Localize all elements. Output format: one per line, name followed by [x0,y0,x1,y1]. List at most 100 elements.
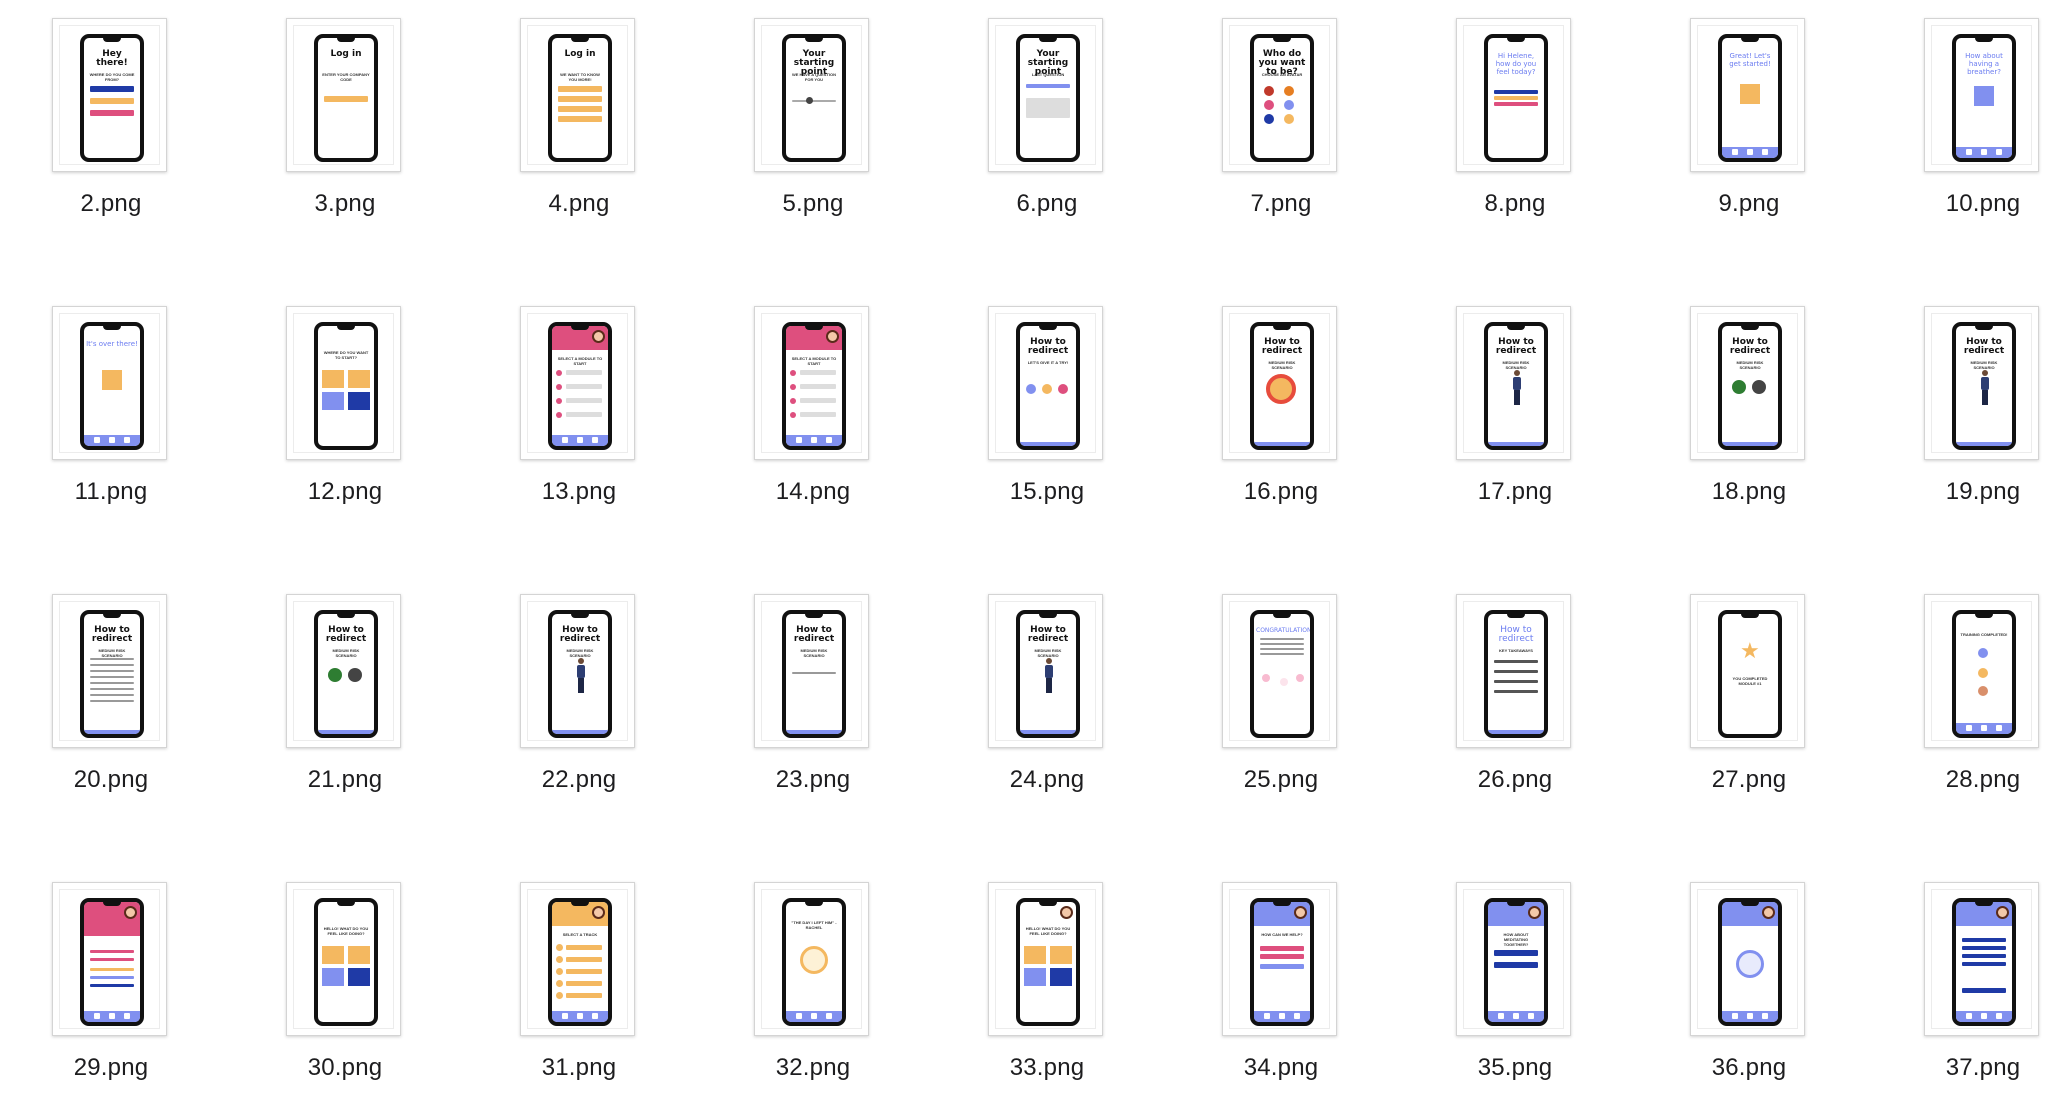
file-thumbnail[interactable]: SELECT A MODULE TO START [754,306,869,460]
option-dot[interactable] [348,668,362,682]
option-bar[interactable] [90,950,134,953]
track-row[interactable] [566,981,602,986]
option-tile[interactable] [322,946,344,964]
file-item[interactable]: How to redirect MEDIUM RISK SCENARIO 24.pn… [952,576,1142,836]
file-thumbnail[interactable]: How to redirect MEDIUM RISK SCENARIO [1690,306,1805,460]
module-row[interactable] [566,384,602,389]
file-name[interactable]: 3.png [250,190,440,218]
file-item[interactable]: How to redirect MEDIUM RISK SCENARIO 23.pn… [718,576,908,836]
takeaway-item[interactable] [1494,680,1538,683]
option-dot[interactable] [1042,384,1052,394]
file-name[interactable]: 21.png [250,766,440,794]
file-name[interactable]: 36.png [1654,1054,1844,1082]
file-name[interactable]: 18.png [1654,478,1844,506]
file-item[interactable]: 37.png [1888,864,2058,1116]
star-icon[interactable] [1747,149,1753,155]
star-icon[interactable] [1747,1013,1753,1019]
scenario-ring[interactable] [1266,374,1296,404]
track-row[interactable] [566,969,602,974]
option-dot[interactable] [556,370,562,376]
home-icon[interactable] [796,1013,802,1019]
file-thumbnail[interactable]: CONGRATULATIONS [1222,594,1337,748]
help-icon[interactable] [1996,725,2002,731]
file-thumbnail[interactable]: How to redirect MEDIUM RISK SCENARIO [1924,306,2039,460]
file-name[interactable]: 33.png [952,1054,1142,1082]
option-dot[interactable] [1296,674,1304,682]
option-bar[interactable] [1494,962,1538,968]
file-item[interactable]: Log in ENTER YOUR COMPANY CODE 3.png [250,0,440,260]
file-item[interactable]: 29.png [16,864,206,1116]
home-icon[interactable] [1732,1013,1738,1019]
option-bar[interactable] [90,98,134,104]
file-thumbnail[interactable] [52,882,167,1036]
file-item[interactable]: Who do you want to be? CHOOSE AN AVATAR 7.… [1186,0,1376,260]
option-bar[interactable] [90,958,134,961]
option-dot[interactable] [556,944,563,951]
option-dot[interactable] [790,370,796,376]
file-name[interactable]: 27.png [1654,766,1844,794]
takeaway-item[interactable] [1494,670,1538,673]
option-bar[interactable] [1494,950,1538,956]
option-dot[interactable] [1978,686,1988,696]
option-bar[interactable] [1260,954,1304,959]
option-dot[interactable] [1058,384,1068,394]
option-dot[interactable] [1978,668,1988,678]
file-item[interactable]: "THE DAY I LEFT HIM" - RACHEL 32.png [718,864,908,1116]
file-item[interactable]: How to redirect LET'S GIVE IT A TRY! 15.pn… [952,288,1142,548]
file-thumbnail[interactable]: Hey there! WHERE DO YOU COME FROM? [52,18,167,172]
file-name[interactable]: 13.png [484,478,674,506]
home-icon[interactable] [562,1013,568,1019]
home-icon[interactable] [1498,1013,1504,1019]
option-tile[interactable] [348,392,370,410]
star-icon[interactable] [577,1013,583,1019]
file-thumbnail[interactable]: Log in WE WANT TO KNOW YOU MORE! [520,18,635,172]
takeaway-item[interactable] [1494,690,1538,693]
star-icon[interactable] [811,437,817,443]
file-name[interactable]: 31.png [484,1054,674,1082]
module-row[interactable] [800,370,836,375]
file-item[interactable]: HOW ABOUT MEDITATING TOGETHER? 35.png [1420,864,1610,1116]
home-icon[interactable] [1966,149,1972,155]
option-dot[interactable] [1284,100,1294,110]
star-icon[interactable] [1981,1013,1987,1019]
option-tile[interactable] [1024,946,1046,964]
file-item[interactable]: How to redirect MEDIUM RISK SCENARIO 16.pn… [1186,288,1376,548]
option-dot[interactable] [556,384,562,390]
option-dot[interactable] [1262,674,1270,682]
file-name[interactable]: 22.png [484,766,674,794]
file-name[interactable]: 34.png [1186,1054,1376,1082]
file-name[interactable]: 28.png [1888,766,2058,794]
file-thumbnail[interactable]: Great! Let's get started! [1690,18,1805,172]
file-name[interactable]: 16.png [1186,478,1376,506]
help-icon[interactable] [826,1013,832,1019]
file-name[interactable]: 37.png [1888,1054,2058,1082]
file-name[interactable]: 19.png [1888,478,2058,506]
start-button[interactable] [1740,84,1760,104]
home-icon[interactable] [1264,1013,1270,1019]
option-bar[interactable] [558,86,602,92]
file-thumbnail[interactable]: TRAINING COMPLETED! [1924,594,2039,748]
star-icon[interactable] [1513,1013,1519,1019]
file-item[interactable]: Your starting point LAST QUESTION 6.png [952,0,1142,260]
file-thumbnail[interactable]: Your starting point WE HAVE A QUESTION FO… [754,18,869,172]
option-dot[interactable] [1752,380,1766,394]
option-dot[interactable] [790,412,796,418]
option-dot[interactable] [556,968,563,975]
play-button[interactable] [1736,950,1764,978]
help-icon[interactable] [124,1013,130,1019]
file-item[interactable]: Great! Let's get started! 9.png [1654,0,1844,260]
file-name[interactable]: 12.png [250,478,440,506]
file-thumbnail[interactable]: How to redirect MEDIUM RISK SCENARIO [1222,306,1337,460]
file-item[interactable]: Your starting point WE HAVE A QUESTION FO… [718,0,908,260]
option-bar[interactable] [324,96,368,102]
help-icon[interactable] [592,1013,598,1019]
file-name[interactable]: 30.png [250,1054,440,1082]
file-name[interactable]: 29.png [16,1054,206,1082]
help-icon[interactable] [592,437,598,443]
file-name[interactable]: 26.png [1420,766,1610,794]
file-name[interactable]: 23.png [718,766,908,794]
file-item[interactable]: HOW CAN WE HELP? 34.png [1186,864,1376,1116]
help-icon[interactable] [826,437,832,443]
file-thumbnail[interactable]: How to redirect KEY TAKEAWAYS [1456,594,1571,748]
option-bar[interactable] [90,984,134,987]
